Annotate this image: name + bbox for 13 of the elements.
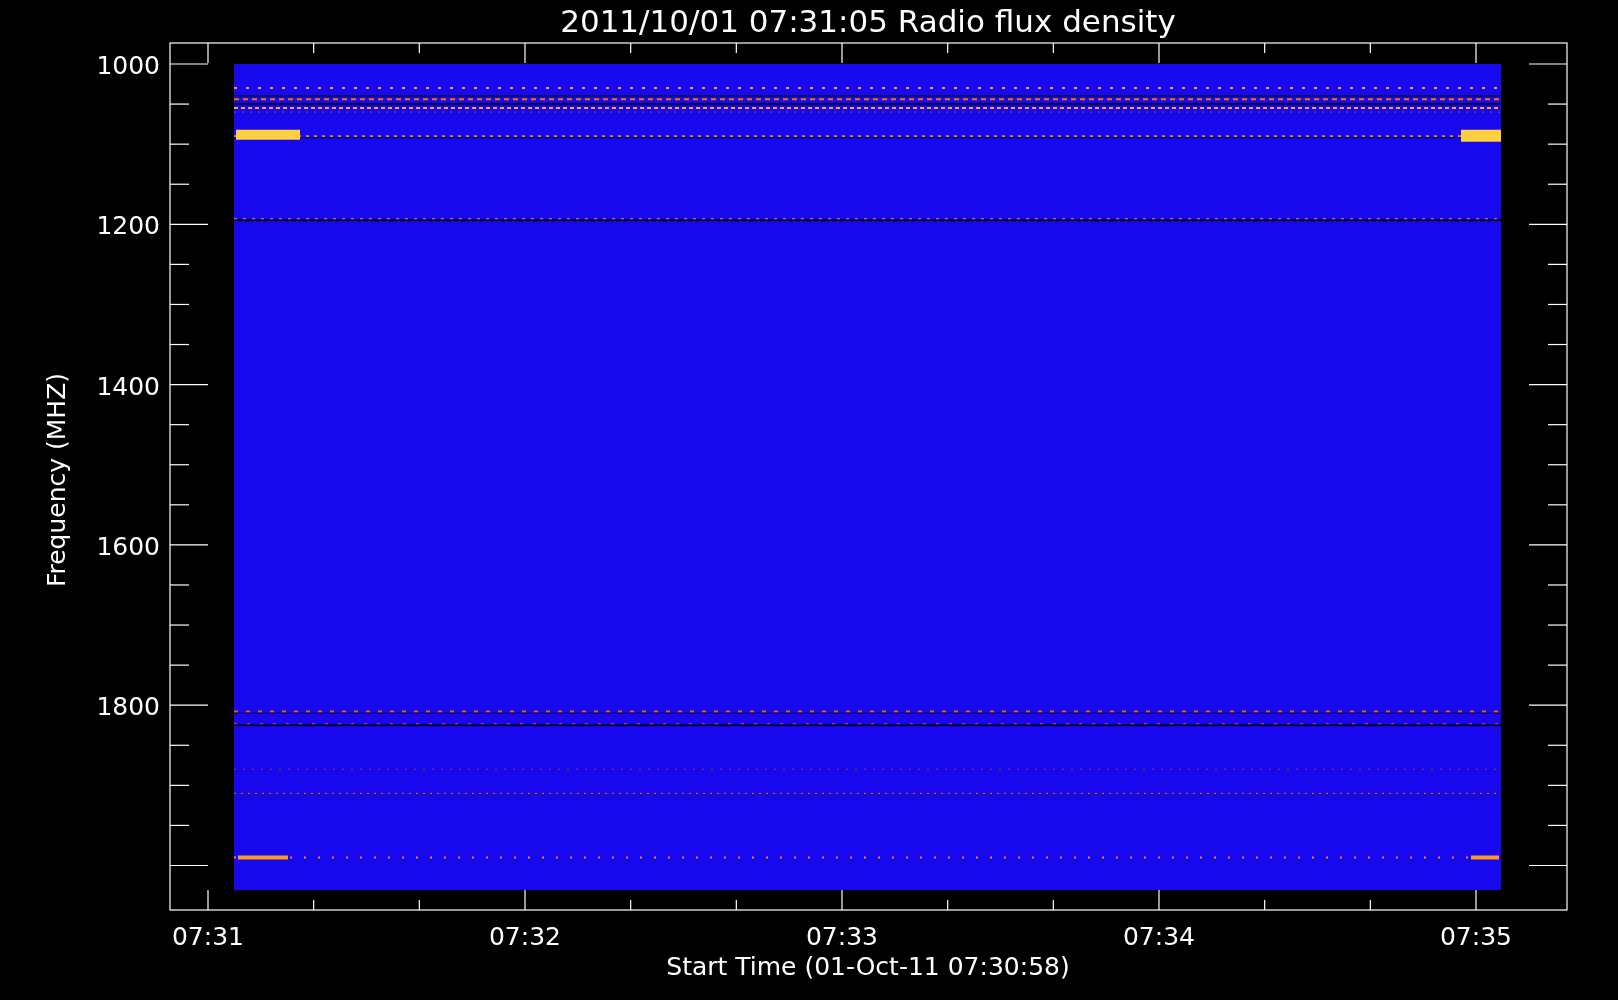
x-tick-label: 07:33 — [806, 922, 878, 951]
y-axis-label: Frequency (MHZ) — [42, 372, 71, 588]
x-tick-label: 07:31 — [172, 922, 244, 951]
x-tick-label: 07:32 — [489, 922, 561, 951]
y-tick-label: 1400 — [96, 371, 160, 401]
y-tick-label: 1800 — [96, 692, 160, 722]
y-tick-label: 1200 — [96, 211, 160, 241]
x-tick-label: 07:34 — [1123, 922, 1195, 951]
x-tick-label: 07:35 — [1440, 922, 1512, 951]
chart-title: 2011/10/01 07:31:05 Radio flux density — [560, 3, 1176, 39]
x-axis-label: Start Time (01-Oct-11 07:30:58) — [666, 952, 1070, 981]
y-tick-label: 1600 — [96, 531, 160, 561]
y-tick-label: 1000 — [96, 51, 160, 80]
